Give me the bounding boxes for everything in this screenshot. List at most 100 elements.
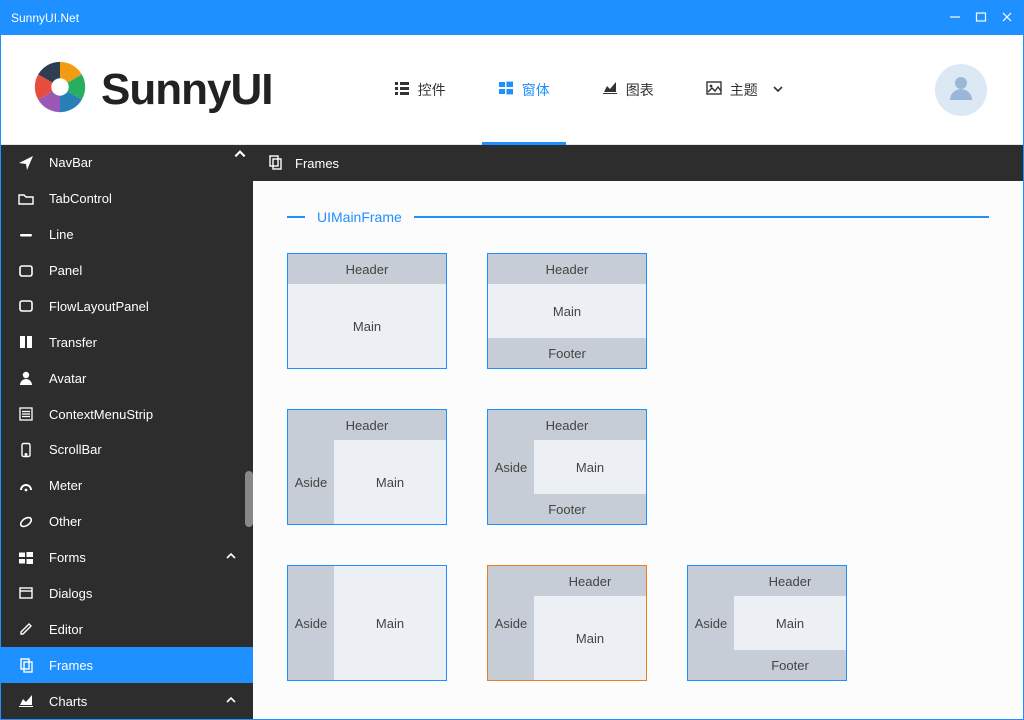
sidebar-item-editor[interactable]: Editor [1, 611, 253, 647]
send-icon [17, 155, 35, 171]
sidebar-item-label: Dialogs [49, 586, 92, 601]
sidebar-group-forms[interactable]: Forms [1, 540, 253, 576]
frame-region-footer: Footer [734, 650, 846, 680]
brand-logo: SunnyUI [29, 56, 272, 123]
frame-region-header: Header [534, 566, 646, 596]
sidebar-group-charts[interactable]: Charts [1, 683, 253, 719]
frame-region-footer: Footer [488, 338, 646, 368]
nav-forms[interactable]: 窗体 [492, 35, 556, 144]
sidebar-group-label: Forms [49, 550, 86, 565]
frame-region-main: Main [334, 566, 446, 680]
copy-icon [267, 154, 283, 173]
sidebar-item-dialogs[interactable]: Dialogs [1, 576, 253, 612]
sidebar-item-label: FlowLayoutPanel [49, 299, 149, 314]
frame-region-main: Main [534, 440, 646, 494]
frame-header-main[interactable]: Header Main [287, 253, 447, 369]
panel-icon [17, 263, 35, 279]
link-icon [17, 514, 35, 530]
transfer-icon [17, 334, 35, 350]
sidebar-item-label: Line [49, 227, 74, 242]
nav-label: 图表 [626, 80, 654, 100]
breadcrumb: Frames [253, 145, 1023, 181]
windows-icon [17, 550, 35, 566]
chevron-up-icon [225, 550, 237, 565]
frame-region-aside: Aside [488, 440, 534, 494]
frame-header-aside-main-footer[interactable]: Header Aside Main Footer [487, 409, 647, 525]
divider-long [414, 216, 989, 218]
frame-region-main: Main [288, 284, 446, 368]
sidebar-item-label: Avatar [49, 371, 86, 386]
nav-label: 主题 [730, 80, 758, 100]
sidebar-item-tabcontrol[interactable]: TabControl [1, 181, 253, 217]
minimize-button[interactable] [949, 11, 961, 26]
nav-label: 窗体 [522, 80, 550, 100]
nav-controls[interactable]: 控件 [388, 35, 452, 144]
app-body: NavBar TabControl Line Panel FlowLayoutP… [1, 145, 1023, 719]
nav-themes[interactable]: 主题 [700, 35, 790, 144]
maximize-button[interactable] [975, 11, 987, 26]
sidebar-item-other[interactable]: Other [1, 504, 253, 540]
frame-region-main: Main [334, 440, 446, 524]
frame-region-footer: Footer [488, 494, 646, 524]
section-header: UIMainFrame [287, 209, 989, 225]
sidebar-item-avatar[interactable]: Avatar [1, 360, 253, 396]
sidebar-item-scrollbar[interactable]: ScrollBar [1, 432, 253, 468]
menu-icon [17, 406, 35, 422]
frame-region-aside: Aside [288, 566, 334, 680]
chart-icon [17, 693, 35, 709]
frame-header-aside-main[interactable]: Header Aside Main [287, 409, 447, 525]
frame-region-main: Main [488, 284, 646, 338]
sidebar-item-label: TabControl [49, 191, 112, 206]
frame-aside-header-main[interactable]: Aside Header Main [487, 565, 647, 681]
frame-region-header: Header [288, 254, 446, 284]
frame-region-header: Header [734, 566, 846, 596]
line-icon [17, 227, 35, 243]
sidebar-scrollbar[interactable] [245, 471, 253, 527]
frame-region-header: Header [488, 410, 646, 440]
chevron-up-icon [225, 694, 237, 709]
frame-region-aside: Aside [688, 566, 734, 680]
logo-icon [29, 56, 91, 123]
sidebar: NavBar TabControl Line Panel FlowLayoutP… [1, 145, 253, 719]
sidebar-item-label: Transfer [49, 335, 97, 350]
window-icon [17, 585, 35, 601]
frame-aside-header-main-footer[interactable]: Aside Header Main Footer [687, 565, 847, 681]
windows-icon [498, 80, 514, 99]
frame-aside-main[interactable]: Aside Main [287, 565, 447, 681]
nav-label: 控件 [418, 80, 446, 100]
frame-header-main-footer[interactable]: Header Main Footer [487, 253, 647, 369]
sidebar-item-line[interactable]: Line [1, 217, 253, 253]
sidebar-item-navbar[interactable]: NavBar [1, 145, 253, 181]
sidebar-item-flowlayoutpanel[interactable]: FlowLayoutPanel [1, 289, 253, 325]
app-window: SunnyUI.Net [0, 0, 1024, 720]
sidebar-item-meter[interactable]: Meter [1, 468, 253, 504]
sidebar-item-frames[interactable]: Frames [1, 647, 253, 683]
frame-region-main: Main [734, 596, 846, 650]
user-icon [17, 370, 35, 386]
sidebar-item-label: Other [49, 514, 82, 529]
close-button[interactable] [1001, 11, 1013, 26]
mobile-icon [17, 442, 35, 458]
folder-icon [17, 191, 35, 207]
sidebar-item-label: Meter [49, 478, 82, 493]
app-header: SunnyUI 控件 窗体 图表 [1, 35, 1023, 145]
sidebar-item-panel[interactable]: Panel [1, 253, 253, 289]
breadcrumb-title: Frames [295, 156, 339, 171]
user-icon [946, 72, 976, 107]
frame-region-aside: Aside [288, 440, 334, 524]
user-avatar[interactable] [935, 64, 987, 116]
sidebar-item-label: ScrollBar [49, 442, 102, 457]
divider-short [287, 216, 305, 218]
sidebar-item-contextmenustrip[interactable]: ContextMenuStrip [1, 396, 253, 432]
section-title: UIMainFrame [317, 209, 402, 225]
sidebar-item-transfer[interactable]: Transfer [1, 324, 253, 360]
brand-wordmark: SunnyUI [101, 65, 272, 115]
panel-icon [17, 298, 35, 314]
nav-charts[interactable]: 图表 [596, 35, 660, 144]
sidebar-group-label: Charts [49, 694, 87, 709]
frame-region-aside: Aside [488, 566, 534, 680]
frame-region-header: Header [488, 254, 646, 284]
edit-icon [17, 621, 35, 637]
chart-icon [602, 80, 618, 99]
frame-grid: Header Main Header Main Footer Header [287, 253, 989, 681]
